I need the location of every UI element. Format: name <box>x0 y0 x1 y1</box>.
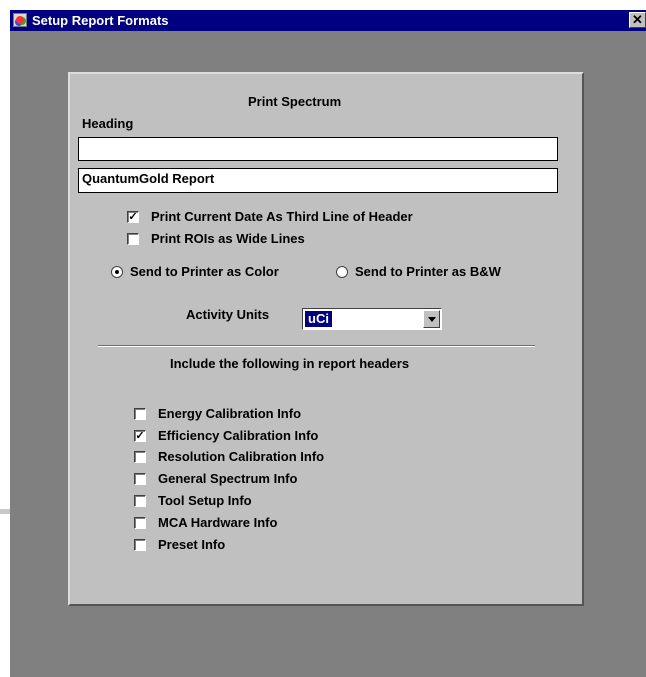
send-bw-radio[interactable] <box>336 266 348 278</box>
resolution-calibration-label: Resolution Calibration Info <box>158 449 325 464</box>
app-icon <box>13 13 27 27</box>
window-title: Setup Report Formats <box>32 13 169 28</box>
efficiency-calibration-checkbox[interactable]: ✓ <box>134 430 146 442</box>
activity-units-select[interactable]: uCi <box>302 308 442 330</box>
general-spectrum-label: General Spectrum Info <box>158 471 298 486</box>
preset-info-checkbox[interactable] <box>134 539 146 551</box>
print-rois-label: Print ROIs as Wide Lines <box>151 231 305 246</box>
energy-calibration-checkbox[interactable] <box>134 408 146 420</box>
print-rois-checkbox[interactable] <box>127 233 139 245</box>
resolution-calibration-checkbox[interactable] <box>134 451 146 463</box>
section-title: Print Spectrum <box>248 94 342 109</box>
tool-setup-label: Tool Setup Info <box>158 493 252 508</box>
heading-label: Heading <box>82 116 134 131</box>
heading-line-1-input[interactable] <box>78 137 558 161</box>
tool-setup-checkbox[interactable] <box>134 495 146 507</box>
send-color-label: Send to Printer as Color <box>130 264 279 279</box>
print-date-label: Print Current Date As Third Line of Head… <box>151 209 413 224</box>
efficiency-calibration-label: Efficiency Calibration Info <box>158 428 319 443</box>
chevron-down-icon[interactable] <box>423 310 440 328</box>
heading-line-2-input[interactable]: QuantumGold Report <box>78 168 558 193</box>
activity-units-value: uCi <box>304 310 333 328</box>
background-edge-mark <box>0 509 10 514</box>
send-bw-label: Send to Printer as B&W <box>355 264 501 279</box>
print-date-checkbox[interactable]: ✓ <box>127 211 139 223</box>
report-headers-title: Include the following in report headers <box>170 356 410 371</box>
activity-units-label: Activity Units <box>186 307 270 322</box>
preset-info-label: Preset Info <box>158 537 226 552</box>
mca-hardware-label: MCA Hardware Info <box>158 515 278 530</box>
mca-hardware-checkbox[interactable] <box>134 517 146 529</box>
send-color-radio[interactable] <box>111 266 123 278</box>
divider <box>98 345 535 347</box>
general-spectrum-checkbox[interactable] <box>134 473 146 485</box>
energy-calibration-label: Energy Calibration Info <box>158 406 302 421</box>
close-button[interactable]: ✕ <box>629 12 646 28</box>
title-bar[interactable]: Setup Report Formats ✕ <box>10 10 646 31</box>
